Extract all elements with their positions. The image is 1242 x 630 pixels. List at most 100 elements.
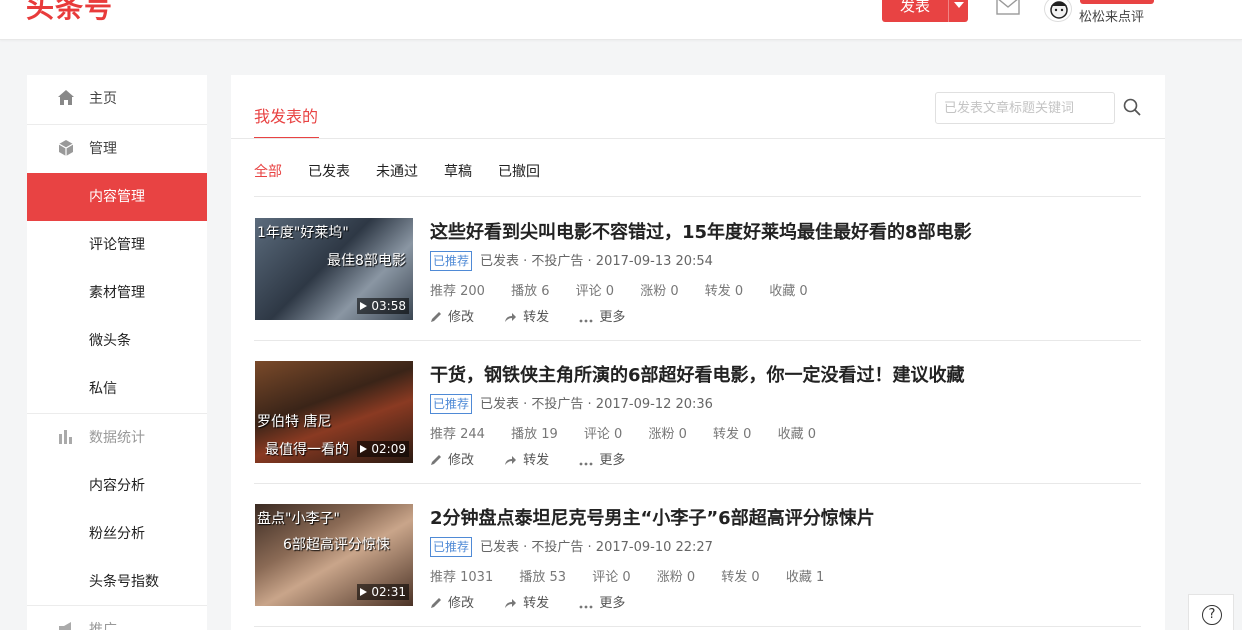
sidebar-item-label: 内容分析 <box>89 478 145 494</box>
sidebar-item-messages[interactable]: 私信 <box>27 365 207 413</box>
page-title[interactable]: 我发表的 <box>254 103 318 127</box>
article-title[interactable]: 2分钟盘点泰坦尼克号男主“小李子”6部超高评分惊悚片 <box>430 504 875 530</box>
sidebar-item-content-analysis[interactable]: 内容分析 <box>27 462 207 510</box>
tab-drafts[interactable]: 草稿 <box>444 161 472 181</box>
tab-published[interactable]: 已发表 <box>308 161 350 181</box>
logo[interactable]: 头条号 <box>26 0 113 26</box>
more-icon <box>579 462 593 466</box>
sidebar-item-comment-manage[interactable]: 评论管理 <box>27 221 207 269</box>
stat-recommend: 推荐 200 <box>430 284 485 299</box>
sidebar-group-promotion[interactable]: 推广 <box>27 606 207 630</box>
article-actions: 修改 转发 更多 <box>430 306 651 325</box>
cube-icon <box>58 140 74 156</box>
play-icon <box>360 302 368 310</box>
thumbnail-caption: 最佳8部电影 <box>327 253 406 269</box>
stat-shares: 转发 0 <box>713 427 752 442</box>
avatar-image <box>1050 1 1068 19</box>
sidebar-item-toutiao-index[interactable]: 头条号指数 <box>27 558 207 606</box>
share-button[interactable]: 转发 <box>504 306 549 325</box>
more-button[interactable]: 更多 <box>579 592 625 611</box>
stat-recommend: 推荐 244 <box>430 427 485 442</box>
article-row: 罗伯特 唐尼 最值得一看的 02:09 干货，钢铁侠主角所演的6部超好看电影，你… <box>254 341 1141 484</box>
edit-button[interactable]: 修改 <box>430 449 474 468</box>
more-button[interactable]: 更多 <box>579 306 625 325</box>
help-icon: ? <box>1202 605 1222 625</box>
publish-button-divider <box>948 0 949 22</box>
sidebar-item-material-manage[interactable]: 素材管理 <box>27 269 207 317</box>
row-divider <box>254 626 1141 627</box>
edit-button[interactable]: 修改 <box>430 306 474 325</box>
avatar[interactable] <box>1044 0 1072 22</box>
stat-new-fans: 涨粉 0 <box>648 427 687 442</box>
edit-button[interactable]: 修改 <box>430 592 474 611</box>
more-label: 更多 <box>599 596 626 611</box>
pencil-icon <box>431 312 441 322</box>
status-badge: 已推荐 <box>430 537 473 557</box>
thumbnail-caption: 6部超高评分惊悚 <box>283 537 390 553</box>
video-thumbnail[interactable]: 盘点"小李子" 6部超高评分惊悚 02:31 <box>255 504 413 606</box>
sidebar-group-statistics[interactable]: 数据统计 <box>27 414 207 462</box>
duration-text: 03:58 <box>371 299 406 313</box>
stat-favorites: 收藏 0 <box>769 284 808 299</box>
article-status: 已发表 · 不投广告 · 2017-09-13 20:54 <box>480 254 713 269</box>
help-button[interactable]: ? <box>1188 594 1234 630</box>
share-button[interactable]: 转发 <box>504 449 549 468</box>
sidebar-item-micro-toutiao[interactable]: 微头条 <box>27 317 207 365</box>
thumbnail-caption: 1年度"好莱坞" <box>257 225 349 241</box>
more-label: 更多 <box>599 310 626 325</box>
user-name[interactable]: 松松来点评 <box>1079 6 1144 25</box>
stat-plays: 播放 53 <box>519 570 567 585</box>
mail-icon[interactable] <box>996 0 1020 15</box>
top-bar: 头条号 发表 松松来点评 <box>0 0 1242 40</box>
sidebar-item-label: 微头条 <box>89 333 131 349</box>
search-input[interactable] <box>935 92 1115 124</box>
stat-new-fans: 涨粉 0 <box>656 570 696 585</box>
tab-rejected[interactable]: 未通过 <box>376 161 418 181</box>
duration-text: 02:09 <box>371 442 406 456</box>
stat-recommend: 推荐 1031 <box>430 570 494 585</box>
sidebar-item-label: 内容管理 <box>89 189 145 205</box>
share-icon <box>505 313 517 322</box>
tab-withdrawn[interactable]: 已撤回 <box>498 161 540 181</box>
more-icon <box>579 319 593 323</box>
article-row: 盘点"小李子" 6部超高评分惊悚 02:31 2分钟盘点泰坦尼克号男主“小李子”… <box>254 484 1141 627</box>
status-badge: 已推荐 <box>430 394 473 414</box>
chevron-down-icon[interactable] <box>954 2 964 8</box>
video-duration: 02:31 <box>357 584 409 600</box>
article-title[interactable]: 这些好看到尖叫电影不容错过，15年度好莱坞最佳最好看的8部电影 <box>430 218 972 244</box>
sidebar-item-label: 头条号指数 <box>89 574 159 590</box>
megaphone-icon <box>59 622 71 630</box>
sidebar-item-fans-analysis[interactable]: 粉丝分析 <box>27 510 207 558</box>
edit-label: 修改 <box>448 310 475 325</box>
video-duration: 02:09 <box>357 441 409 457</box>
search-icon[interactable] <box>1123 98 1141 116</box>
main-panel: 我发表的 全部 已发表 未通过 草稿 已撤回 1年度"好莱坞" 最佳8部电影 0… <box>231 75 1165 630</box>
publish-button[interactable]: 发表 <box>882 0 968 22</box>
stat-plays: 播放 19 <box>511 427 558 442</box>
bar-chart-icon <box>59 430 72 444</box>
article-actions: 修改 转发 更多 <box>430 592 651 611</box>
sidebar-group-manage[interactable]: 管理 <box>27 125 207 173</box>
sidebar-item-label: 粉丝分析 <box>89 526 145 542</box>
stat-comments: 评论 0 <box>592 570 631 585</box>
video-thumbnail[interactable]: 罗伯特 唐尼 最值得一看的 02:09 <box>255 361 413 463</box>
tab-all[interactable]: 全部 <box>254 161 282 181</box>
pencil-icon <box>431 455 441 465</box>
tabs-divider <box>254 196 1141 197</box>
stat-favorites: 收藏 1 <box>785 570 825 585</box>
thumbnail-caption: 盘点"小李子" <box>257 511 340 527</box>
article-title[interactable]: 干货，钢铁侠主角所演的6部超好看电影，你一定没看过！建议收藏 <box>430 361 965 387</box>
share-button[interactable]: 转发 <box>504 592 549 611</box>
article-meta: 已推荐 已发表 · 不投广告 · 2017-09-10 22:27 <box>430 536 713 557</box>
sidebar: 主页 管理 内容管理 评论管理 素材管理 微头条 私信 数据统计 内容分析 粉丝… <box>27 75 207 630</box>
share-icon <box>505 599 517 608</box>
sidebar-item-home[interactable]: 主页 <box>27 75 207 123</box>
duration-text: 02:31 <box>371 585 406 599</box>
video-thumbnail[interactable]: 1年度"好莱坞" 最佳8部电影 03:58 <box>255 218 413 320</box>
sidebar-item-content-manage[interactable]: 内容管理 <box>27 173 207 221</box>
more-button[interactable]: 更多 <box>579 449 625 468</box>
user-badge <box>1080 0 1154 4</box>
share-label: 转发 <box>523 596 550 611</box>
article-row: 1年度"好莱坞" 最佳8部电影 03:58 这些好看到尖叫电影不容错过，15年度… <box>254 198 1141 341</box>
stat-plays: 播放 6 <box>511 284 550 299</box>
